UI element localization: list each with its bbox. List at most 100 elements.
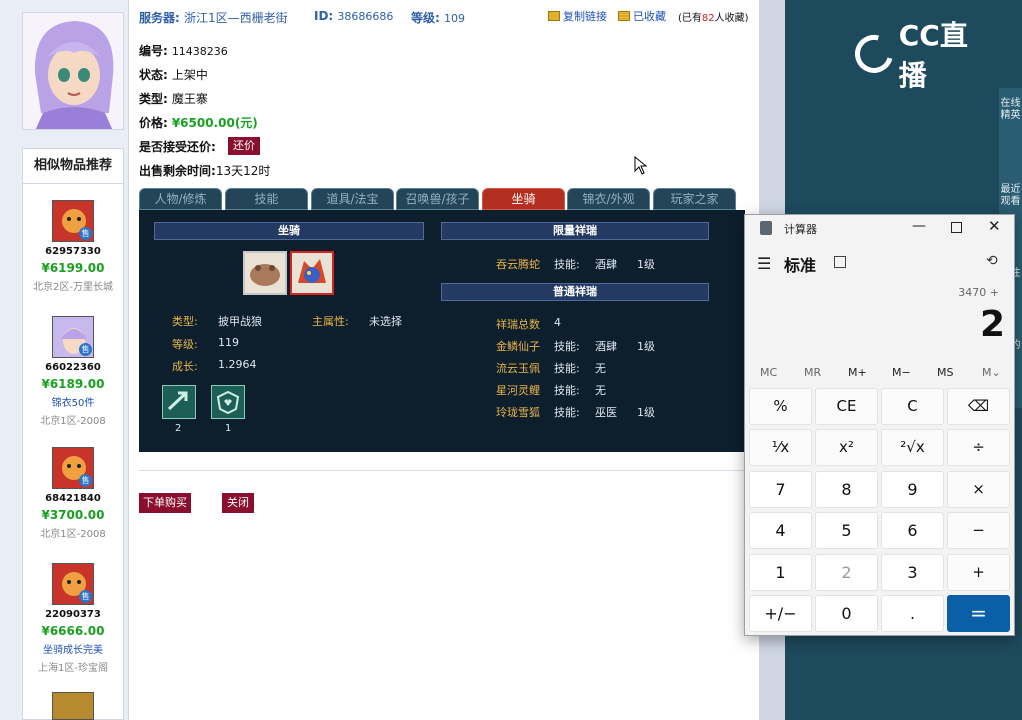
recommend-server: 北京2区-万里长城 (33, 282, 113, 293)
rare-item-skill: 酒肆 (595, 258, 617, 271)
recommend-item[interactable]: 售 22090373 ¥6666.00 坐骑成长完美 上海1区-珍宝阁 (22, 563, 124, 674)
monster-portrait-icon (52, 692, 94, 720)
mount-slot-selected[interactable] (290, 251, 334, 295)
mem-add-button[interactable]: M+ (848, 366, 867, 379)
mem-clear-button[interactable]: MC (760, 366, 777, 379)
copy-link-button[interactable]: 复制链接 (548, 8, 607, 24)
mem-list-button[interactable]: M⌄ (982, 366, 1001, 379)
rare-item-skill-label: 技能: (554, 258, 580, 271)
recommend-price: ¥6666.00 (41, 624, 105, 638)
recommend-id: 66022360 (45, 362, 101, 373)
tab-home[interactable]: 玩家之家 (653, 188, 736, 210)
mem-store-button[interactable]: MS (937, 366, 953, 379)
key-3[interactable]: 3 (881, 554, 944, 591)
recommend-item[interactable]: 售 62957330 ¥6199.00 北京2区-万里长城 (22, 200, 124, 293)
key-5[interactable]: 5 (815, 512, 878, 549)
key-negate[interactable]: +/− (749, 595, 812, 632)
level-value: 109 (444, 12, 465, 25)
rare-item-level: 1级 (637, 258, 655, 271)
cc-side-label: 在线精英 (1000, 98, 1021, 121)
mem-subtract-button[interactable]: M− (892, 366, 911, 379)
cc-logo-icon (848, 28, 900, 80)
key-plus[interactable]: + (947, 554, 1010, 591)
heart-shield-skill-icon (216, 390, 240, 415)
recommend-item[interactable]: 售 66022360 ¥6189.00 锦衣50件 北京1区-2008 (22, 316, 124, 427)
window-close-icon[interactable]: ✕ (988, 217, 1001, 235)
recommend-price: ¥6199.00 (41, 261, 105, 275)
key-1[interactable]: 1 (749, 554, 812, 591)
key-decimal[interactable]: . (881, 595, 944, 632)
normal-section-header: 普通祥瑞 (441, 283, 709, 301)
tab-summons[interactable]: 召唤兽/孩子 (396, 188, 479, 210)
key-7[interactable]: 7 (749, 471, 812, 508)
recommend-item[interactable]: 售 68421840 ¥3700.00 北京1区-2008 (22, 447, 124, 540)
mount-slot[interactable] (243, 251, 287, 295)
main-attr-value: 未选择 (369, 315, 402, 328)
normal-item-name: 玲珑雪狐 (496, 406, 540, 419)
maximize-icon[interactable] (951, 222, 962, 233)
mem-recall-button[interactable]: MR (804, 366, 821, 379)
wolf-mount-icon (298, 259, 326, 283)
collect-icon (618, 11, 630, 21)
key-4[interactable]: 4 (749, 512, 812, 549)
cc-side-item-online[interactable]: 在线精英 (999, 98, 1022, 122)
tab-outfit[interactable]: 锦衣/外观 (567, 188, 650, 210)
collect-number: 82 (701, 13, 715, 24)
key-0[interactable]: 0 (815, 595, 878, 632)
key-clear-entry[interactable]: CE (815, 388, 878, 425)
recommend-item[interactable] (22, 692, 124, 720)
collect-button[interactable]: 已收藏 (618, 8, 666, 24)
copy-link-label: 复制链接 (563, 10, 607, 23)
key-2[interactable]: 2 (815, 554, 878, 591)
key-square[interactable]: x² (815, 429, 878, 466)
collect-suffix: 人收藏) (714, 13, 749, 24)
mount-skill-slot[interactable] (162, 385, 196, 419)
keep-on-top-icon[interactable] (834, 256, 846, 268)
tab-items[interactable]: 道具/法宝 (311, 188, 394, 210)
recommend-server: 北京1区-2008 (40, 529, 106, 540)
key-clear[interactable]: C (881, 388, 944, 425)
hamburger-menu-icon[interactable]: ☰ (757, 254, 771, 273)
key-backspace[interactable]: ⌫ (947, 388, 1010, 425)
normal-item-skill-label: 技能: (554, 340, 580, 353)
normal-item-name: 星河灵鲤 (496, 384, 540, 397)
collect-label: 已收藏 (633, 10, 666, 23)
calculator-app-icon (760, 221, 772, 235)
key-minus[interactable]: − (947, 512, 1010, 549)
tab-character[interactable]: 人物/修炼 (139, 188, 222, 210)
level-field: 等级: 109 (411, 9, 465, 26)
seller-avatar (22, 12, 124, 130)
mount-level-value: 119 (218, 336, 239, 349)
history-icon[interactable]: ⟲ (986, 253, 998, 269)
normal-item-name: 金鳞仙子 (496, 340, 540, 353)
key-equals[interactable]: = (947, 595, 1010, 632)
number-value: 11438236 (171, 45, 228, 58)
price-label: 价格: (139, 116, 168, 130)
key-multiply[interactable]: × (947, 471, 1010, 508)
recommend-server: 上海1区-珍宝阁 (38, 663, 108, 674)
calculator-expression: 3470 + (958, 286, 999, 299)
mouse-cursor-icon (634, 156, 648, 175)
key-9[interactable]: 9 (881, 471, 944, 508)
skill-count: 2 (175, 423, 182, 434)
divider (139, 470, 749, 471)
tab-skills[interactable]: 技能 (225, 188, 308, 210)
key-sqrt[interactable]: ²√x (881, 429, 944, 466)
key-reciprocal[interactable]: ⅟x (749, 429, 812, 466)
normal-item-level: 1级 (637, 340, 655, 353)
key-divide[interactable]: ÷ (947, 429, 1010, 466)
normal-item-level: 1级 (637, 406, 655, 419)
normal-item-name: 流云玉佩 (496, 362, 540, 375)
close-button[interactable]: 关闭 (222, 493, 254, 513)
minimize-icon[interactable]: — (912, 218, 926, 234)
normal-item-skill: 无 (595, 362, 606, 375)
bargain-button[interactable]: 还价 (228, 137, 260, 155)
key-6[interactable]: 6 (881, 512, 944, 549)
mount-skill-slot[interactable] (211, 385, 245, 419)
normal-item-skill-label: 技能: (554, 406, 580, 419)
tab-mount[interactable]: 坐骑 (482, 188, 565, 210)
key-percent[interactable]: % (749, 388, 812, 425)
key-8[interactable]: 8 (815, 471, 878, 508)
buy-button[interactable]: 下单购买 (139, 493, 191, 513)
cc-side-item-recent[interactable]: 最近观看 (999, 184, 1022, 208)
